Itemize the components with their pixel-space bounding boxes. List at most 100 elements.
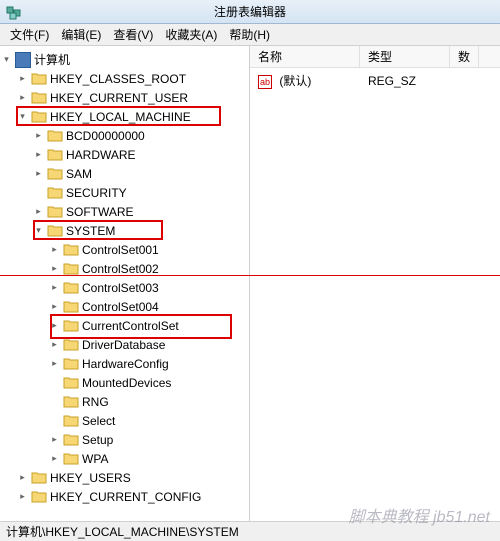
node-label: DriverDatabase	[82, 338, 165, 352]
node-label: HKEY_USERS	[50, 471, 131, 485]
tree-node-security[interactable]: SECURITY	[0, 183, 249, 202]
node-label: 计算机	[34, 51, 70, 68]
col-header-name[interactable]: 名称	[250, 46, 360, 67]
tree-node-hklm[interactable]: ▾ HKEY_LOCAL_MACHINE	[0, 107, 249, 126]
folder-icon	[47, 205, 63, 218]
value-name: (默认)	[279, 74, 311, 88]
list-row[interactable]: ab (默认) REG_SZ	[250, 68, 500, 93]
expander-icon[interactable]: ▸	[32, 167, 45, 180]
node-label: ControlSet001	[82, 243, 159, 257]
folder-icon	[31, 471, 47, 484]
tree-node-cs001[interactable]: ▸ ControlSet001	[0, 240, 249, 259]
col-header-data[interactable]: 数	[450, 46, 479, 67]
node-label: BCD00000000	[66, 129, 145, 143]
tree-node-cs003[interactable]: ▸ ControlSet003	[0, 278, 249, 297]
expander-icon[interactable]	[48, 376, 61, 389]
menu-view[interactable]: 查看(V)	[107, 24, 159, 45]
tree-node-sam[interactable]: ▸ SAM	[0, 164, 249, 183]
computer-icon	[15, 52, 31, 68]
menu-edit[interactable]: 编辑(E)	[55, 24, 107, 45]
folder-icon	[47, 148, 63, 161]
tree-node-currentcontrolset[interactable]: ▸ CurrentControlSet	[0, 316, 249, 335]
tree-node-hkcu[interactable]: ▸ HKEY_CURRENT_USER	[0, 88, 249, 107]
tree-node-driverdatabase[interactable]: ▸ DriverDatabase	[0, 335, 249, 354]
expander-icon[interactable]	[48, 395, 61, 408]
folder-icon	[63, 414, 79, 427]
folder-icon	[63, 433, 79, 446]
tree-node-mounteddevices[interactable]: MountedDevices	[0, 373, 249, 392]
folder-icon	[63, 262, 79, 275]
expander-icon[interactable]	[32, 186, 45, 199]
expander-icon[interactable]: ▸	[32, 205, 45, 218]
expander-icon[interactable]: ▸	[16, 72, 29, 85]
node-label: ControlSet002	[82, 262, 159, 276]
tree-node-hkcr[interactable]: ▸ HKEY_CLASSES_ROOT	[0, 69, 249, 88]
folder-icon	[47, 186, 63, 199]
expander-icon[interactable]: ▸	[48, 433, 61, 446]
tree-node-bcd[interactable]: ▸ BCD00000000	[0, 126, 249, 145]
tree-node-computer[interactable]: ▾ 计算机	[0, 50, 249, 69]
expander-icon[interactable]	[48, 414, 61, 427]
tree-node-system[interactable]: ▾ SYSTEM	[0, 221, 249, 240]
menu-help[interactable]: 帮助(H)	[223, 24, 276, 45]
expander-icon[interactable]: ▸	[48, 319, 61, 332]
tree-node-select[interactable]: Select	[0, 411, 249, 430]
expander-icon[interactable]: ▸	[48, 357, 61, 370]
node-label: HKEY_CURRENT_CONFIG	[50, 490, 201, 504]
node-label: ControlSet003	[82, 281, 159, 295]
folder-icon	[63, 300, 79, 313]
tree-node-software[interactable]: ▸ SOFTWARE	[0, 202, 249, 221]
expander-icon[interactable]: ▸	[48, 300, 61, 313]
expander-icon[interactable]: ▸	[48, 281, 61, 294]
folder-icon	[63, 338, 79, 351]
node-label: SYSTEM	[66, 224, 115, 238]
folder-icon	[63, 376, 79, 389]
node-label: MountedDevices	[82, 376, 171, 390]
tree-node-hku[interactable]: ▸ HKEY_USERS	[0, 468, 249, 487]
node-label: HardwareConfig	[82, 357, 169, 371]
expander-icon[interactable]: ▾	[32, 224, 45, 237]
tree-node-cs002[interactable]: ▸ ControlSet002	[0, 259, 249, 278]
regedit-icon	[6, 4, 22, 20]
content-area: ▾ 计算机 ▸ HKEY_CLASSES_ROOT ▸ HKEY_CURRENT…	[0, 46, 500, 521]
expander-icon[interactable]: ▸	[16, 471, 29, 484]
node-label: HKEY_LOCAL_MACHINE	[50, 110, 191, 124]
node-label: CurrentControlSet	[82, 319, 179, 333]
expander-icon[interactable]: ▾	[0, 53, 13, 66]
node-label: Select	[82, 414, 115, 428]
expander-icon[interactable]: ▸	[48, 243, 61, 256]
tree-node-rng[interactable]: RNG	[0, 392, 249, 411]
node-label: HARDWARE	[66, 148, 136, 162]
folder-icon	[31, 110, 47, 123]
window-title: 注册表编辑器	[214, 3, 286, 20]
folder-icon	[47, 224, 63, 237]
tree-node-wpa[interactable]: ▸ WPA	[0, 449, 249, 468]
expander-icon[interactable]: ▸	[16, 91, 29, 104]
tree-node-hkcc[interactable]: ▸ HKEY_CURRENT_CONFIG	[0, 487, 249, 506]
expander-icon[interactable]: ▾	[16, 110, 29, 123]
col-header-type[interactable]: 类型	[360, 46, 450, 67]
expander-icon[interactable]: ▸	[32, 129, 45, 142]
expander-icon[interactable]: ▸	[48, 262, 61, 275]
expander-icon[interactable]: ▸	[32, 148, 45, 161]
list-panel[interactable]: 名称 类型 数 ab (默认) REG_SZ	[250, 46, 500, 521]
status-bar: 计算机\HKEY_LOCAL_MACHINE\SYSTEM	[0, 521, 500, 541]
expander-icon[interactable]: ▸	[48, 338, 61, 351]
folder-icon	[63, 319, 79, 332]
folder-icon	[63, 357, 79, 370]
tree-node-hardwareconfig[interactable]: ▸ HardwareConfig	[0, 354, 249, 373]
node-label: Setup	[82, 433, 113, 447]
folder-icon	[47, 129, 63, 142]
node-label: HKEY_CLASSES_ROOT	[50, 72, 186, 86]
menu-favorites[interactable]: 收藏夹(A)	[159, 24, 223, 45]
tree-node-cs004[interactable]: ▸ ControlSet004	[0, 297, 249, 316]
node-label: SOFTWARE	[66, 205, 134, 219]
tree-node-setup[interactable]: ▸ Setup	[0, 430, 249, 449]
list-header: 名称 类型 数	[250, 46, 500, 68]
expander-icon[interactable]: ▸	[16, 490, 29, 503]
menu-file[interactable]: 文件(F)	[4, 24, 55, 45]
tree-node-hardware[interactable]: ▸ HARDWARE	[0, 145, 249, 164]
tree-panel[interactable]: ▾ 计算机 ▸ HKEY_CLASSES_ROOT ▸ HKEY_CURRENT…	[0, 46, 250, 521]
expander-icon[interactable]: ▸	[48, 452, 61, 465]
value-type-cell: REG_SZ	[360, 72, 450, 90]
